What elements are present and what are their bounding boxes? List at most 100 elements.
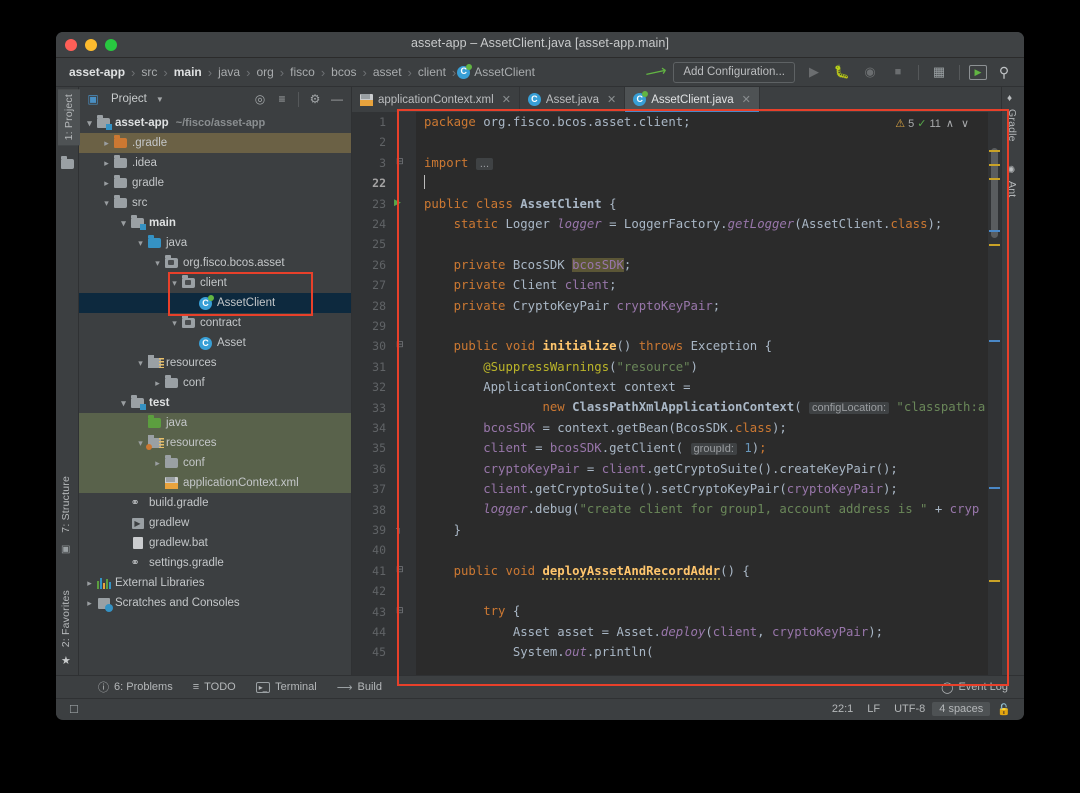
sidebar-item-favorites[interactable]: 2: Favorites xyxy=(60,590,72,647)
chevron-down-icon[interactable]: ▾ xyxy=(117,398,130,409)
fold-end-icon[interactable]: ┐ xyxy=(396,523,402,533)
run-icon[interactable]: ▶ xyxy=(803,62,825,82)
sidebar-item-gradle[interactable]: Gradle xyxy=(1006,109,1018,142)
next-problem-icon[interactable]: ∨ xyxy=(959,117,971,130)
caret-position[interactable]: 22:1 xyxy=(825,703,860,715)
hide-icon[interactable]: — xyxy=(328,90,346,108)
breadcrumb-item-client[interactable]: client xyxy=(413,65,451,79)
bottom-item-todo[interactable]: ≡ TODO xyxy=(183,681,246,693)
breadcrumb-item-java[interactable]: java xyxy=(213,65,245,79)
tree-node-asset-app[interactable]: ▾ asset-app ~/fisco/asset-app xyxy=(79,113,351,133)
chevron-down-icon[interactable]: ▾ xyxy=(117,218,130,229)
chevron-right-icon[interactable]: ▸ xyxy=(100,138,113,149)
fold-region-icon[interactable]: ⊟ xyxy=(396,605,404,616)
tab-asset-java[interactable]: Asset.java ✕ xyxy=(520,87,626,112)
fold-region-icon[interactable]: ⊟ xyxy=(396,564,404,575)
project-structure-icon[interactable]: ▦ xyxy=(928,62,950,82)
close-icon[interactable]: ✕ xyxy=(502,93,511,106)
tree-node-java[interactable]: ▾ java xyxy=(79,233,351,253)
close-icon[interactable]: ✕ xyxy=(607,93,616,106)
warning-marker[interactable] xyxy=(989,164,1000,166)
tree-node-contract[interactable]: ▾ contract xyxy=(79,313,351,333)
chevron-down-icon[interactable]: ▾ xyxy=(134,358,147,369)
tab-assetclient-java[interactable]: AssetClient.java ✕ xyxy=(625,87,760,112)
code-text-area[interactable]: package org.fisco.bcos.asset.client; imp… xyxy=(416,112,988,675)
show-tool-windows-icon[interactable]: ☐ xyxy=(62,703,86,716)
stop-icon[interactable]: ■ xyxy=(887,62,909,82)
breadcrumb-item-src[interactable]: src xyxy=(136,65,162,79)
tree-node--gradle[interactable]: ▸ .gradle xyxy=(79,133,351,153)
tree-node-gradlew[interactable]: ▶ gradlew xyxy=(79,513,351,533)
chevron-down-icon[interactable]: ▾ xyxy=(151,258,164,269)
line-separator[interactable]: LF xyxy=(860,703,887,715)
tree-node--idea[interactable]: ▸ .idea xyxy=(79,153,351,173)
tree-node-conf[interactable]: ▸ conf xyxy=(79,373,351,393)
bottom-item-problems[interactable]: ⓘ 6: Problems xyxy=(88,679,183,695)
warning-marker[interactable] xyxy=(989,178,1000,180)
bottom-item-build[interactable]: ⟶ Build xyxy=(327,681,392,694)
chevron-down-icon[interactable]: ▾ xyxy=(168,278,181,289)
chevron-down-icon[interactable]: ▾ xyxy=(134,238,147,249)
tree-node-test[interactable]: ▾ test xyxy=(79,393,351,413)
settings-gear-icon[interactable]: ⚙ xyxy=(306,90,324,108)
chevron-right-icon[interactable]: ▸ xyxy=(83,598,96,609)
editor-scrollbar[interactable] xyxy=(988,112,1001,675)
locate-icon[interactable]: ◎ xyxy=(251,90,269,108)
tree-node-external-libraries[interactable]: ▸ External Libraries xyxy=(79,573,351,593)
scrollbar-thumb[interactable] xyxy=(991,148,998,238)
fold-region-icon[interactable]: ⊟ xyxy=(396,339,404,350)
chevron-right-icon[interactable]: ▸ xyxy=(100,178,113,189)
warning-marker[interactable] xyxy=(989,244,1000,246)
debug-icon[interactable]: 🐛 xyxy=(831,62,853,82)
console-icon[interactable]: ▶ xyxy=(969,64,987,80)
project-tree[interactable]: ▾ asset-app ~/fisco/asset-app ▸ .gradle ▸ .ide… xyxy=(79,111,351,675)
build-hammer-icon[interactable]: ⟶ xyxy=(644,60,670,84)
close-icon[interactable]: ✕ xyxy=(742,93,751,106)
change-marker[interactable] xyxy=(989,340,1000,342)
sidebar-item-project[interactable]: 1: Project xyxy=(58,89,80,146)
warning-marker[interactable] xyxy=(989,150,1000,152)
tab-applicationcontext-xml[interactable]: applicationContext.xml ✕ xyxy=(352,87,520,112)
tree-node-java[interactable]: java xyxy=(79,413,351,433)
chevron-right-icon[interactable]: ▸ xyxy=(151,378,164,389)
add-configuration-button[interactable]: Add Configuration... xyxy=(673,61,795,83)
tree-node-scratches-and-consoles[interactable]: ▸ Scratches and Consoles xyxy=(79,593,351,613)
indent-setting[interactable]: 4 spaces xyxy=(932,702,991,716)
tree-node-settings-gradle[interactable]: ⚭ settings.gradle xyxy=(79,553,351,573)
collapse-all-icon[interactable]: ≡ xyxy=(273,90,291,108)
tree-node-build-gradle[interactable]: ⚭ build.gradle xyxy=(79,493,351,513)
change-marker[interactable] xyxy=(989,230,1000,232)
file-encoding[interactable]: UTF-8 xyxy=(887,703,932,715)
change-marker[interactable] xyxy=(989,487,1000,489)
tree-node-src[interactable]: ▾ src xyxy=(79,193,351,213)
breadcrumb-item-asset[interactable]: asset xyxy=(368,65,407,79)
sidebar-item-structure[interactable]: 7: Structure xyxy=(60,476,72,533)
tree-node-gradle[interactable]: ▸ gradle xyxy=(79,173,351,193)
code-editor[interactable]: 1 2 3 22 23 24 25 26 27 28 29 30 31 32 33 34 35 36 37 38 39 4… xyxy=(352,112,1001,675)
tree-node-applicationcontext-xml[interactable]: applicationContext.xml xyxy=(79,473,351,493)
tree-node-main[interactable]: ▾ main xyxy=(79,213,351,233)
line-number-gutter[interactable]: 1 2 3 22 23 24 25 26 27 28 29 30 31 32 33 34 35 36 37 38 39 4… xyxy=(352,112,416,675)
chevron-down-icon[interactable]: ▾ xyxy=(83,118,96,129)
run-gutter-icon[interactable]: ▶ xyxy=(394,197,401,208)
event-log-button[interactable]: ◯ Event Log xyxy=(931,681,1018,694)
breadcrumb-item-asset-app[interactable]: asset-app xyxy=(64,65,130,79)
prev-problem-icon[interactable]: ∧ xyxy=(944,117,956,130)
tree-node-assetclient[interactable]: AssetClient xyxy=(79,293,351,313)
chevron-down-icon[interactable]: ▼ xyxy=(151,90,169,108)
inspection-widget[interactable]: ⚠ 5 ✓ 11 ∧ ∨ xyxy=(895,117,971,131)
bottom-item-terminal[interactable]: ▸_ Terminal xyxy=(246,681,327,693)
run-coverage-icon[interactable]: ◉ xyxy=(859,62,881,82)
chevron-right-icon[interactable]: ▸ xyxy=(100,158,113,169)
chevron-down-icon[interactable]: ▾ xyxy=(100,198,113,209)
chevron-right-icon[interactable]: ▸ xyxy=(151,458,164,469)
breadcrumb-item-fisco[interactable]: fisco xyxy=(285,65,320,79)
tree-node-org-fisco-bcos-asset[interactable]: ▾ org.fisco.bcos.asset xyxy=(79,253,351,273)
tree-node-resources[interactable]: ▾ resources xyxy=(79,433,351,453)
breadcrumb-item-bcos[interactable]: bcos xyxy=(326,65,361,79)
chevron-down-icon[interactable]: ▾ xyxy=(168,318,181,329)
chevron-right-icon[interactable]: ▸ xyxy=(83,578,96,589)
breadcrumb-item-org[interactable]: org xyxy=(251,65,278,79)
warning-marker[interactable] xyxy=(989,580,1000,582)
tree-node-asset[interactable]: Asset xyxy=(79,333,351,353)
